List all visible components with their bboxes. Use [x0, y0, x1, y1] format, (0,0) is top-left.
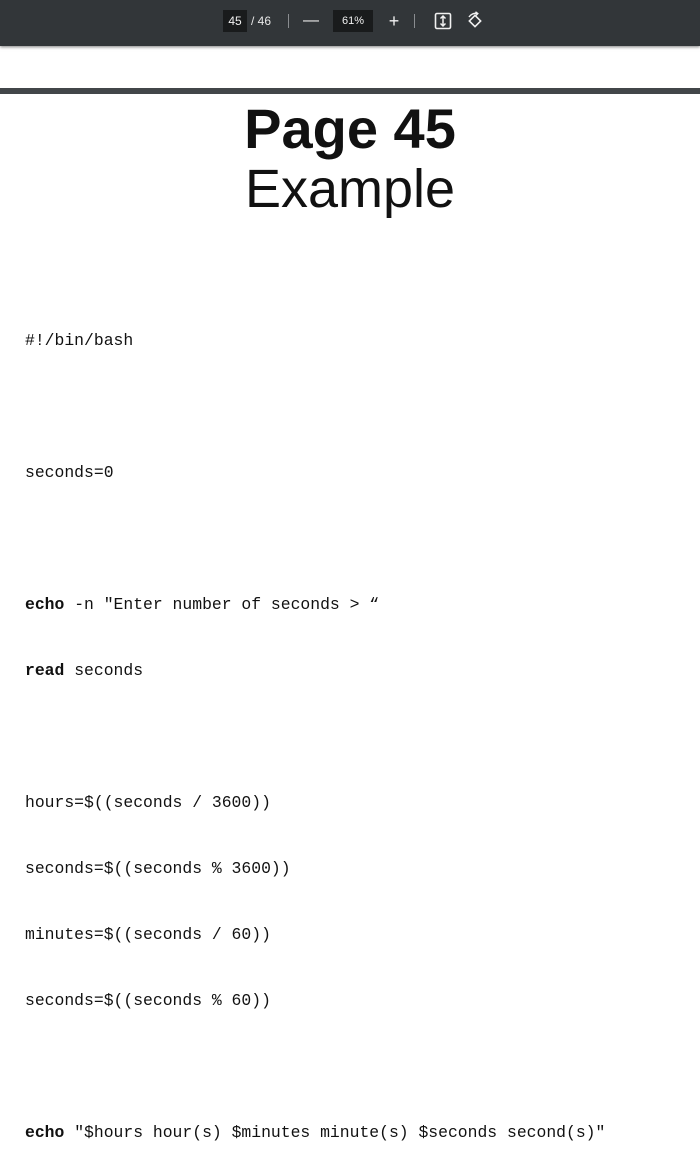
fit-page-icon[interactable] [433, 11, 453, 31]
page-number-input[interactable]: 45 [223, 10, 247, 32]
code-line: seconds=$((seconds % 60)) [25, 990, 605, 1012]
code-line: echo -n "Enter number of seconds > “ [25, 594, 605, 616]
code-text: seconds=$((seconds % 60)) [25, 991, 271, 1010]
toolbar-divider [288, 14, 289, 28]
page-total: / 46 [251, 14, 272, 28]
code-text: seconds=$((seconds % 3600)) [25, 859, 291, 878]
code-line: read seconds [25, 660, 605, 682]
toolbar-divider [414, 14, 415, 28]
code-text: "$hours hour(s) $minutes minute(s) $seco… [64, 1123, 606, 1142]
zoom-out-button[interactable]: — [301, 10, 321, 32]
code-line: seconds=$((seconds % 3600)) [25, 858, 605, 880]
code-text: seconds=0 [25, 463, 114, 482]
code-keyword: read [25, 661, 65, 680]
code-text: hours=$((seconds / 3600)) [25, 793, 271, 812]
zoom-in-button[interactable]: + [384, 10, 404, 32]
zoom-level-input[interactable]: 61% [333, 10, 373, 32]
code-keyword: echo [25, 595, 65, 614]
pdf-toolbar: 45 / 46 — 61% + [0, 0, 700, 46]
code-block: #!/bin/bash seconds=0 echo -n "Enter num… [25, 286, 605, 1166]
code-line: hours=$((seconds / 3600)) [25, 792, 605, 814]
code-keyword: echo [25, 1123, 65, 1142]
code-text: #!/bin/bash [25, 331, 134, 350]
code-text: -n "Enter number of seconds > “ [64, 595, 380, 614]
code-line: minutes=$((seconds / 60)) [25, 924, 605, 946]
code-line: seconds=0 [25, 462, 605, 484]
code-text: seconds [64, 661, 144, 680]
code-text: minutes=$((seconds / 60)) [25, 925, 271, 944]
code-line: #!/bin/bash [25, 330, 605, 352]
page-title: Page 45 [244, 97, 456, 160]
rotate-icon[interactable] [465, 11, 485, 31]
code-line: echo "$hours hour(s) $minutes minute(s) … [25, 1122, 605, 1144]
page-subtitle: Example [244, 159, 456, 219]
